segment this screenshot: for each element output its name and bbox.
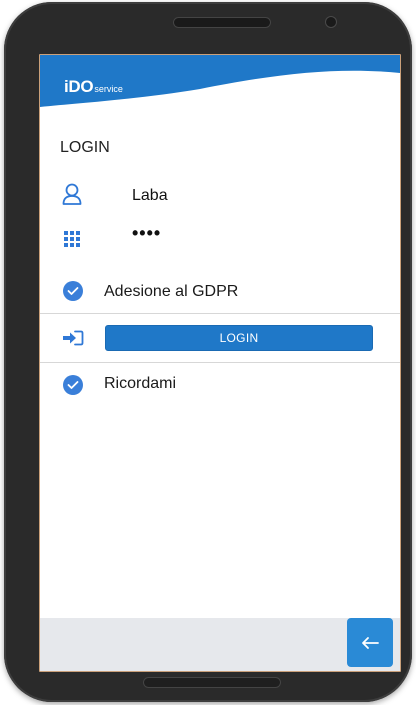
divider	[40, 313, 400, 314]
front-camera	[326, 17, 336, 27]
app-screen: iDOservice LOGIN Laba •••• Adesione al G…	[40, 55, 400, 671]
gdpr-checkbox[interactable]	[63, 281, 83, 301]
username-field[interactable]: Laba	[132, 187, 168, 205]
remember-label: Ricordami	[104, 375, 177, 392]
brand-main: iDO	[64, 77, 94, 96]
brand-logo: iDOservice	[64, 77, 123, 97]
gdpr-label: Adesione al GDPR	[104, 283, 239, 300]
user-icon	[62, 183, 82, 210]
login-button[interactable]: LOGIN	[105, 325, 373, 351]
keypad-icon	[64, 231, 80, 252]
check-icon	[67, 287, 79, 295]
back-button[interactable]	[347, 618, 393, 667]
sign-in-icon	[62, 330, 84, 351]
check-icon	[67, 381, 79, 389]
brand-sub: service	[94, 84, 123, 94]
remember-checkbox[interactable]	[63, 375, 83, 395]
divider	[40, 362, 400, 363]
speaker-grill	[174, 18, 270, 27]
password-field[interactable]: ••••	[132, 223, 161, 244]
home-bar	[144, 678, 280, 687]
login-title: LOGIN	[60, 139, 110, 156]
app-header: iDOservice	[40, 55, 400, 107]
arrow-left-icon	[362, 636, 379, 649]
footer-bar	[40, 618, 400, 671]
